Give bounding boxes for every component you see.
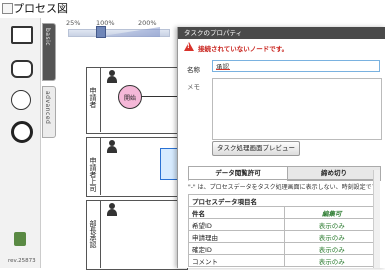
tab-basic[interactable]: basic [42,23,56,81]
user-icon [106,140,118,154]
trash-icon[interactable] [14,232,26,246]
flow-connector[interactable] [141,96,177,97]
user-icon [106,203,118,217]
table-row[interactable]: コメント 表示のみ [188,254,380,267]
hint-text: "-" は、プロセスデータをタスク処理画面に表示しない、時刻設定です。 [188,184,383,191]
table-row[interactable]: 確定ID 表示のみ [188,242,380,255]
task-shape-tool[interactable] [11,26,33,44]
end-event-tool[interactable] [11,121,33,143]
name-field[interactable]: 承認 [212,60,380,72]
task-properties-panel: タスクのプロパティ ! 接続されていないノードです。 名称 承認 メモ タスク処… [177,27,385,268]
user-icon [106,70,118,84]
rounded-task-shape-tool[interactable] [11,60,33,78]
lane-label: 申請者上司 [86,137,101,195]
tab-advanced[interactable]: advanced [42,86,56,138]
warning-icon: ! [184,42,194,51]
app-icon [2,3,13,14]
table-header: プロセスデータ項目名 [188,194,380,207]
zoom-tick-200: 200% [138,19,157,27]
table-row[interactable]: 件名 編集可 [188,206,380,219]
table-row[interactable]: 希望ID 表示のみ [188,218,380,231]
memo-field[interactable] [212,78,382,140]
start-node[interactable]: 開始 [118,85,142,109]
revision-label: rev.25873 [8,258,36,264]
lane-label: 部長承認 [86,200,101,268]
tab-divider [188,179,380,180]
memo-label: メモ [187,83,200,91]
zoom-slider-handle[interactable] [96,26,106,38]
permission-table: プロセスデータ項目名 件名 編集可 希望ID 表示のみ 申請理由 表示のみ 確定ID 表… [188,194,380,267]
warning-message: 接続されていないノードです。 [198,45,289,53]
lane-label: 申請者 [86,67,101,132]
start-event-tool[interactable] [11,90,31,110]
page-title: プロセス図 [13,2,68,15]
shape-palette [0,18,41,268]
swimlane-director[interactable] [86,200,188,270]
panel-title: タスクのプロパティ [178,27,385,39]
name-label: 名称 [187,66,200,74]
zoom-tick-25: 25% [66,19,81,27]
preview-button[interactable]: タスク処理画面プレビュー [212,141,300,156]
scrollbar[interactable] [373,170,380,268]
table-row[interactable]: 申請理由 表示のみ [188,230,380,243]
